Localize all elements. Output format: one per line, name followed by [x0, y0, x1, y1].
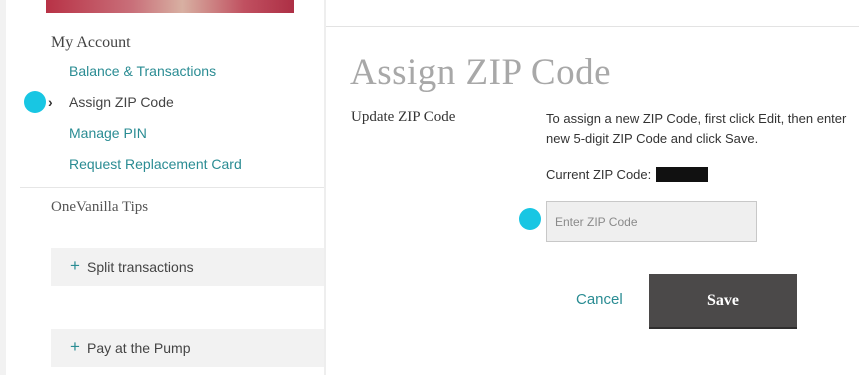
tip-label: Pay at the Pump — [87, 340, 191, 356]
content-divider — [324, 0, 326, 375]
current-zip-label: Current ZIP Code: — [546, 167, 652, 182]
current-zip-code: Current ZIP Code: — [546, 167, 709, 182]
zip-instructions: To assign a new ZIP Code, first click Ed… — [546, 111, 847, 146]
sidebar-item-assign-zip-code[interactable]: Assign ZIP Code — [69, 94, 174, 110]
sidebar-item-balance-transactions[interactable]: Balance & Transactions — [69, 63, 216, 79]
active-item-marker — [24, 91, 46, 113]
page-title: Assign ZIP Code — [350, 52, 612, 93]
zip-code-input[interactable] — [546, 201, 757, 242]
redacted-zip-value — [656, 167, 709, 182]
plus-icon: + — [70, 337, 80, 356]
save-button[interactable]: Save — [649, 274, 797, 329]
profile-photo — [46, 0, 294, 13]
input-focus-marker — [519, 208, 541, 230]
plus-icon: + — [70, 256, 80, 275]
header-border — [326, 26, 859, 27]
tip-pay-at-the-pump[interactable]: + Pay at the Pump — [51, 329, 324, 367]
cancel-button[interactable]: Cancel — [576, 291, 623, 308]
update-zip-label: Update ZIP Code — [351, 109, 456, 125]
sidebar-divider — [20, 187, 324, 188]
tip-label: Split transactions — [87, 259, 194, 275]
sidebar-item-manage-pin[interactable]: Manage PIN — [69, 125, 147, 141]
tips-section-title: OneVanilla Tips — [51, 199, 149, 215]
sidebar-item-request-replacement-card[interactable]: Request Replacement Card — [69, 156, 242, 172]
tip-split-transactions[interactable]: + Split transactions — [51, 248, 324, 286]
chevron-right-icon: › — [48, 94, 53, 110]
sidebar-section-title: My Account — [51, 34, 131, 51]
